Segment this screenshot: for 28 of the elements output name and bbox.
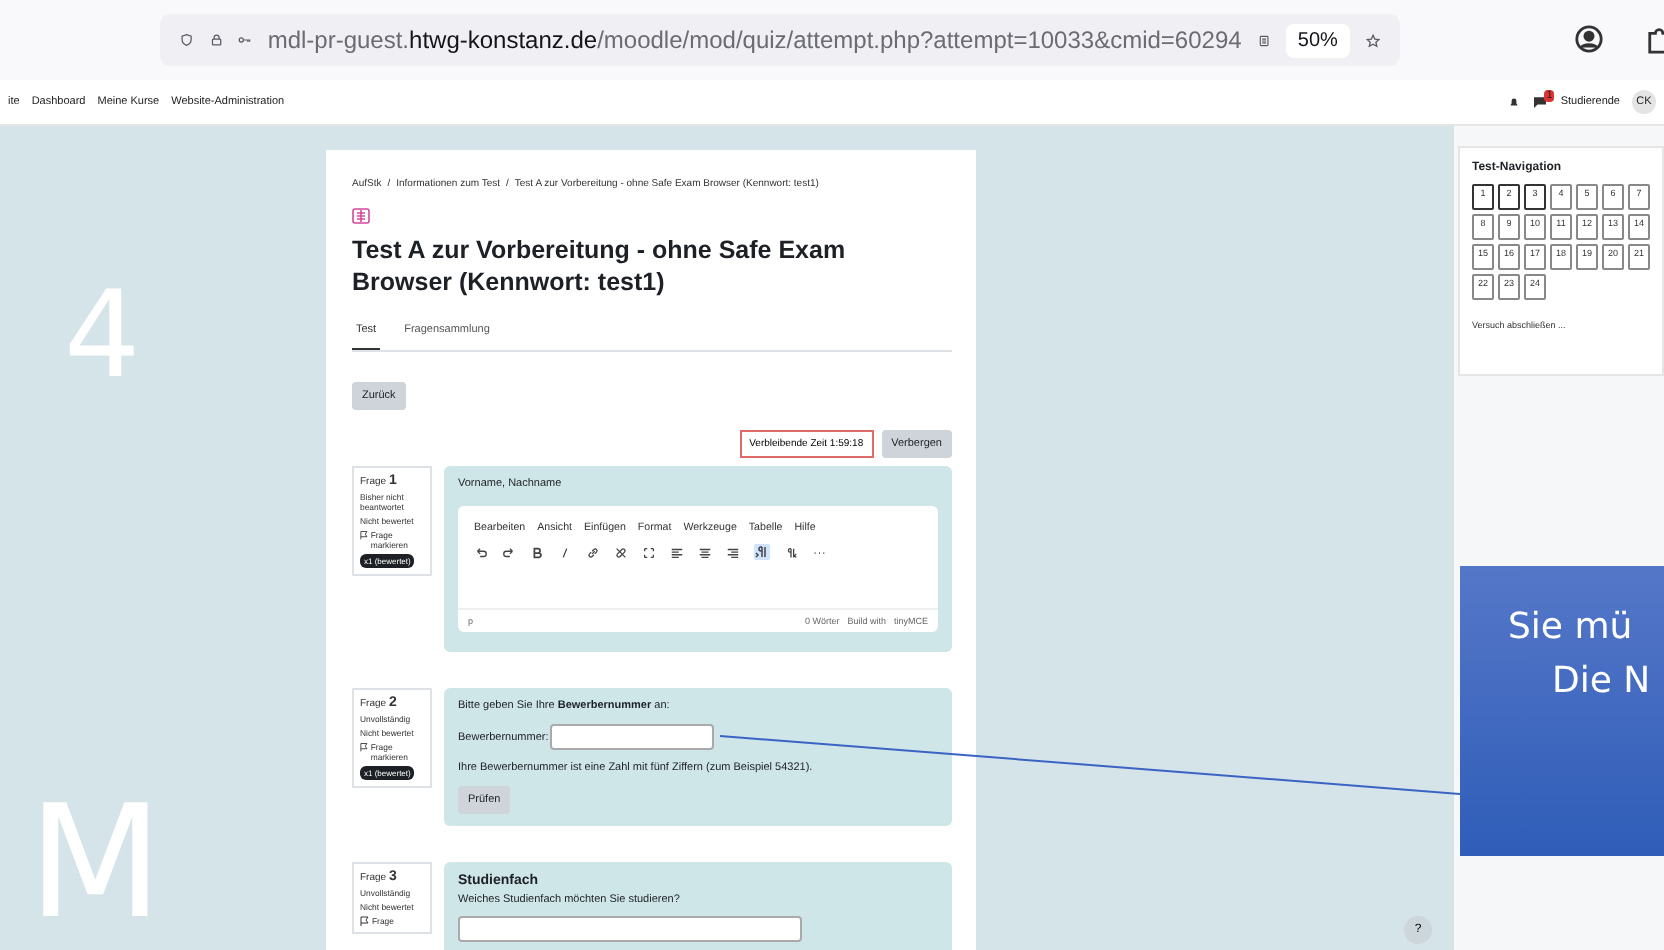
link-icon bbox=[586, 545, 600, 560]
bell-icon[interactable] bbox=[1508, 96, 1521, 108]
zoom-level[interactable]: 50% bbox=[1285, 23, 1350, 57]
paragraph-rtl-icon bbox=[784, 545, 798, 560]
quiz-icon bbox=[352, 208, 370, 224]
ltr-button[interactable] bbox=[754, 544, 770, 561]
bold-icon bbox=[530, 545, 544, 560]
account-icon bbox=[1574, 24, 1604, 54]
flag-icon[interactable] bbox=[360, 742, 369, 753]
page-title: Test A zur Vorbereitung - ohne Safe Exam Browser (Kennwort: test1) bbox=[352, 236, 848, 299]
url-text: mdl-pr-guest.htwg-konstanz.de/moodle/mod/quiz/attempt.php?attempt=10033&cmid=60294 bbox=[267, 26, 1242, 54]
flag-icon[interactable] bbox=[360, 530, 369, 541]
align-left-icon bbox=[670, 545, 684, 560]
redo-icon bbox=[502, 545, 516, 560]
fullscreen-icon bbox=[642, 545, 656, 560]
callout-text: Die N bbox=[1550, 660, 1651, 702]
flag-icon[interactable] bbox=[360, 916, 370, 927]
input-field[interactable] bbox=[458, 916, 802, 943]
address-bar[interactable]: mdl-pr-guest.htwg-konstanz.de/moodle/mod/quiz/attempt.php?attempt=10033&cmid=60294 50% bbox=[160, 14, 1400, 66]
italic-icon bbox=[558, 545, 572, 560]
input-field[interactable] bbox=[550, 724, 715, 751]
unlink-icon bbox=[614, 545, 628, 560]
align-right-icon bbox=[726, 545, 740, 560]
undo-icon bbox=[474, 545, 488, 560]
callout-text: Sie mü bbox=[1508, 606, 1633, 648]
align-center-icon bbox=[698, 545, 712, 560]
chat-icon bbox=[1532, 96, 1549, 108]
paragraph-ltr-icon bbox=[754, 544, 770, 561]
